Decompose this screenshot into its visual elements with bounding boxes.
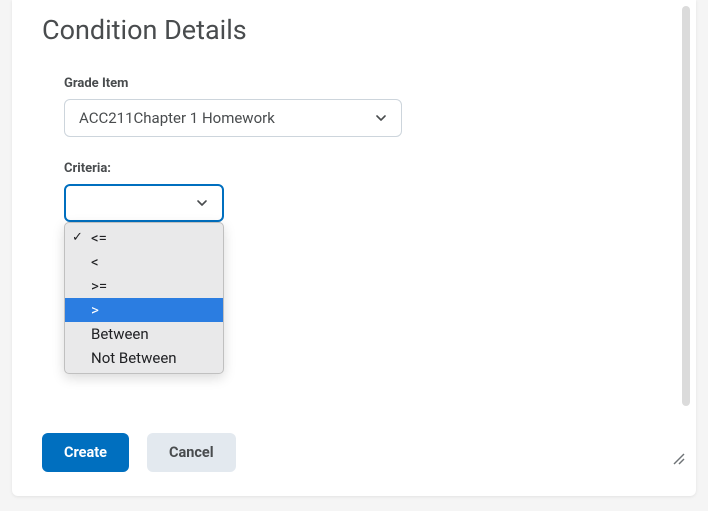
button-row: Create Cancel — [42, 433, 236, 472]
grade-item-group: Grade Item ACC211Chapter 1 Homework — [64, 76, 666, 137]
criteria-option[interactable]: >= — [65, 274, 223, 298]
chevron-down-icon — [196, 197, 208, 209]
criteria-option[interactable]: Between — [65, 322, 223, 346]
criteria-option-label: >= — [91, 277, 107, 295]
create-button[interactable]: Create — [42, 433, 129, 472]
checkmark-icon: ✓ — [72, 228, 83, 248]
criteria-dropdown-menu: ✓ <= < >= > Between Not Between — [64, 222, 224, 374]
criteria-label: Criteria: — [64, 161, 666, 176]
condition-details-panel: Condition Details Grade Item ACC211Chapt… — [12, 0, 696, 496]
criteria-option[interactable]: < — [65, 250, 223, 274]
criteria-select-wrapper: ✓<=<>=>BetweenNot Between — [64, 184, 224, 222]
grade-item-select[interactable]: ACC211Chapter 1 Homework — [64, 99, 402, 137]
criteria-option-label: <= — [91, 229, 107, 247]
criteria-option-label: Not Between — [91, 349, 177, 367]
grade-item-selected-value: ACC211Chapter 1 Homework — [79, 109, 275, 127]
grade-item-label: Grade Item — [64, 76, 666, 91]
scrollbar[interactable] — [682, 6, 690, 406]
grade-item-select-wrapper: ACC211Chapter 1 Homework — [64, 99, 402, 137]
criteria-option[interactable]: ✓ <= — [65, 226, 223, 250]
page-title: Condition Details — [42, 14, 666, 46]
criteria-select[interactable] — [64, 184, 224, 222]
criteria-group: Criteria: ✓<=<>=>BetweenNot Between — [64, 161, 666, 222]
criteria-option-label: Between — [91, 325, 149, 343]
resize-handle-icon[interactable] — [670, 450, 686, 466]
criteria-option-label: < — [91, 253, 99, 271]
criteria-option[interactable]: > — [65, 298, 223, 322]
criteria-option[interactable]: Not Between — [65, 346, 223, 370]
cancel-button[interactable]: Cancel — [147, 433, 236, 472]
criteria-selected-value — [79, 194, 83, 212]
criteria-option-label: > — [91, 301, 99, 319]
chevron-down-icon — [375, 112, 387, 124]
